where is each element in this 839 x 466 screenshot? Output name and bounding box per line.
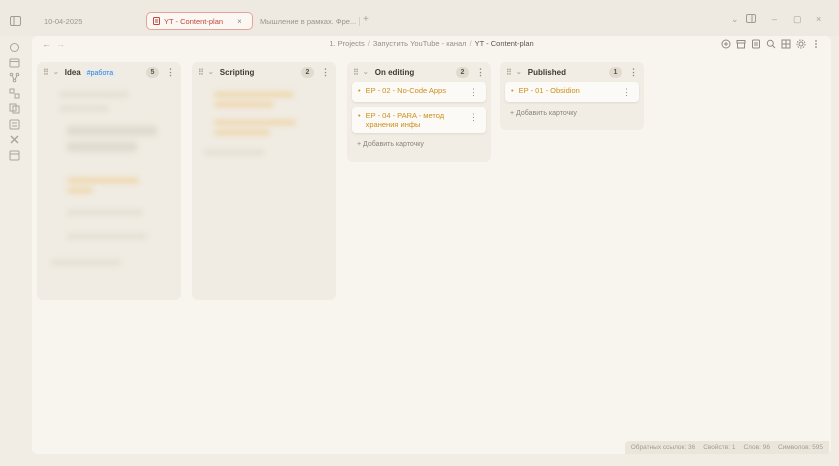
sidebar-toggle-icon[interactable] xyxy=(9,15,21,26)
kanban-lane-scripting: ⠿ ⌄ Scripting 2 ⋮ xyxy=(192,62,336,300)
tools-icon[interactable] xyxy=(9,134,20,145)
gear-icon[interactable] xyxy=(796,39,806,49)
card-link[interactable]: EP - 04 - PARA - метод хранения инфы xyxy=(366,111,469,129)
tab-label: 10-04-2025 xyxy=(44,16,83,26)
kanban-card[interactable]: • EP - 01 - Obsidion ⋮ xyxy=(505,82,639,102)
chevron-down-icon[interactable]: ⌄ xyxy=(208,68,214,76)
status-bar: Обратных ссылок: 36 Свойств: 1 Слов: 96 … xyxy=(624,441,829,454)
breadcrumb-current[interactable]: YT - Content-plan xyxy=(475,39,534,48)
kanban-lane-published: ⠿ ⌄ Published 1 ⋮ • EP - 01 - Obsidion ⋮… xyxy=(500,62,644,130)
lane-header: ⠿ ⌄ On editing 2 ⋮ xyxy=(347,62,491,82)
kanban-lane-idea: ⠿ ⌄ Idea #работа 5 ⋮ xyxy=(37,62,181,300)
card-link[interactable]: EP - 01 - Obsidion xyxy=(519,86,622,95)
bullet-icon: • xyxy=(358,86,361,95)
lane-header: ⠿ ⌄ Idea #работа 5 ⋮ xyxy=(37,62,181,82)
view-toolbar xyxy=(721,39,821,49)
breadcrumb: 1. Projects / Запустить YouTube - канал / YT… xyxy=(329,39,534,48)
bullet-icon: • xyxy=(358,111,361,120)
breadcrumb-item[interactable]: 1. Projects xyxy=(329,39,364,48)
chevron-down-icon[interactable]: ⌄ xyxy=(53,68,59,76)
card-count-badge: 2 xyxy=(301,66,314,78)
drag-handle-icon[interactable]: ⠿ xyxy=(353,68,359,77)
lane-title: Published xyxy=(527,67,566,77)
properties-count: Свойств: 1 xyxy=(703,444,736,451)
minimize-button[interactable]: – xyxy=(772,14,777,24)
more-options-icon[interactable]: ⋮ xyxy=(629,67,638,78)
breadcrumb-item[interactable]: Запустить YouTube - канал xyxy=(373,39,467,48)
card-count-badge: 5 xyxy=(146,66,159,78)
file-icon xyxy=(153,17,160,25)
lane-header: ⠿ ⌄ Scripting 2 ⋮ xyxy=(192,62,336,82)
tab-label: YT - Content-plan xyxy=(164,16,224,26)
backlinks-count[interactable]: Обратных ссылок: 36 xyxy=(631,444,696,451)
add-card-button[interactable]: + Добавить карточку xyxy=(347,138,491,156)
tab-thinking[interactable]: Мышление в рамках. Фре... xyxy=(254,12,358,30)
template-icon[interactable] xyxy=(9,119,20,130)
lane-title: On editing xyxy=(374,67,415,77)
close-icon[interactable]: × xyxy=(237,17,242,26)
more-options-icon[interactable]: ⋮ xyxy=(166,67,175,78)
card-count-badge: 1 xyxy=(609,66,622,78)
drag-handle-icon[interactable]: ⠿ xyxy=(198,68,204,77)
blurred-cards xyxy=(37,84,181,300)
close-window-button[interactable]: × xyxy=(816,14,821,24)
document-icon[interactable] xyxy=(751,39,761,49)
card-count-badge: 2 xyxy=(456,66,469,78)
tab-list-chevron-icon[interactable]: ⌄ xyxy=(731,14,739,25)
more-options-icon[interactable]: ⋮ xyxy=(622,87,631,98)
lane-header: ⠿ ⌄ Published 1 ⋮ xyxy=(500,62,644,82)
drag-handle-icon[interactable]: ⠿ xyxy=(506,68,512,77)
sidebar-right-toggle-icon[interactable] xyxy=(746,14,756,25)
bullet-icon: • xyxy=(511,86,514,95)
tab-divider xyxy=(359,17,360,26)
tab-content-plan[interactable]: YT - Content-plan × xyxy=(146,12,253,30)
search-icon[interactable] xyxy=(766,39,776,49)
maximize-button[interactable]: ▢ xyxy=(793,14,802,25)
graph-view-icon[interactable] xyxy=(9,72,20,83)
more-options-icon[interactable] xyxy=(811,39,821,49)
canvas-icon[interactable] xyxy=(9,88,20,99)
add-card-button[interactable]: + Добавить карточку xyxy=(500,107,644,125)
add-icon[interactable] xyxy=(721,39,731,49)
main-pane: ← → 1. Projects / Запустить YouTube - кана… xyxy=(32,36,831,454)
chevron-down-icon[interactable]: ⌄ xyxy=(516,68,522,76)
more-options-icon[interactable]: ⋮ xyxy=(469,87,478,98)
left-ribbon xyxy=(0,36,28,466)
lane-title: Idea #работа xyxy=(65,68,146,77)
more-options-icon[interactable]: ⋮ xyxy=(469,112,478,123)
copy-icon[interactable] xyxy=(9,103,20,114)
kanban-card[interactable]: • EP - 04 - PARA - метод хранения инфы ⋮ xyxy=(352,107,486,133)
daily-note-icon[interactable] xyxy=(9,150,20,161)
open-quick-switcher-icon[interactable] xyxy=(9,42,20,53)
more-options-icon[interactable]: ⋮ xyxy=(476,67,485,78)
tab-bar: 10-04-2025 YT - Content-plan × Мышление … xyxy=(0,0,839,36)
grid-icon[interactable] xyxy=(781,39,791,49)
new-tab-button[interactable]: + xyxy=(363,14,369,25)
calendar-icon[interactable] xyxy=(9,57,20,68)
more-options-icon[interactable]: ⋮ xyxy=(321,67,330,78)
kanban-lane-on-editing: ⠿ ⌄ On editing 2 ⋮ • EP - 02 - No-Code A… xyxy=(347,62,491,162)
card-link[interactable]: EP - 02 - No-Code Apps xyxy=(366,86,469,95)
chevron-down-icon[interactable]: ⌄ xyxy=(363,68,369,76)
tab-daily-note[interactable]: 10-04-2025 xyxy=(38,12,142,30)
lane-title: Scripting xyxy=(219,67,255,77)
word-count: Слов: 96 xyxy=(743,444,770,451)
lane-tag[interactable]: #работа xyxy=(83,69,117,77)
drag-handle-icon[interactable]: ⠿ xyxy=(43,68,49,77)
char-count: Символов: 595 xyxy=(777,444,823,451)
archive-icon[interactable] xyxy=(736,39,746,49)
tab-label: Мышление в рамках. Фре... xyxy=(260,16,357,26)
blurred-cards xyxy=(192,84,336,174)
kanban-card[interactable]: • EP - 02 - No-Code Apps ⋮ xyxy=(352,82,486,102)
